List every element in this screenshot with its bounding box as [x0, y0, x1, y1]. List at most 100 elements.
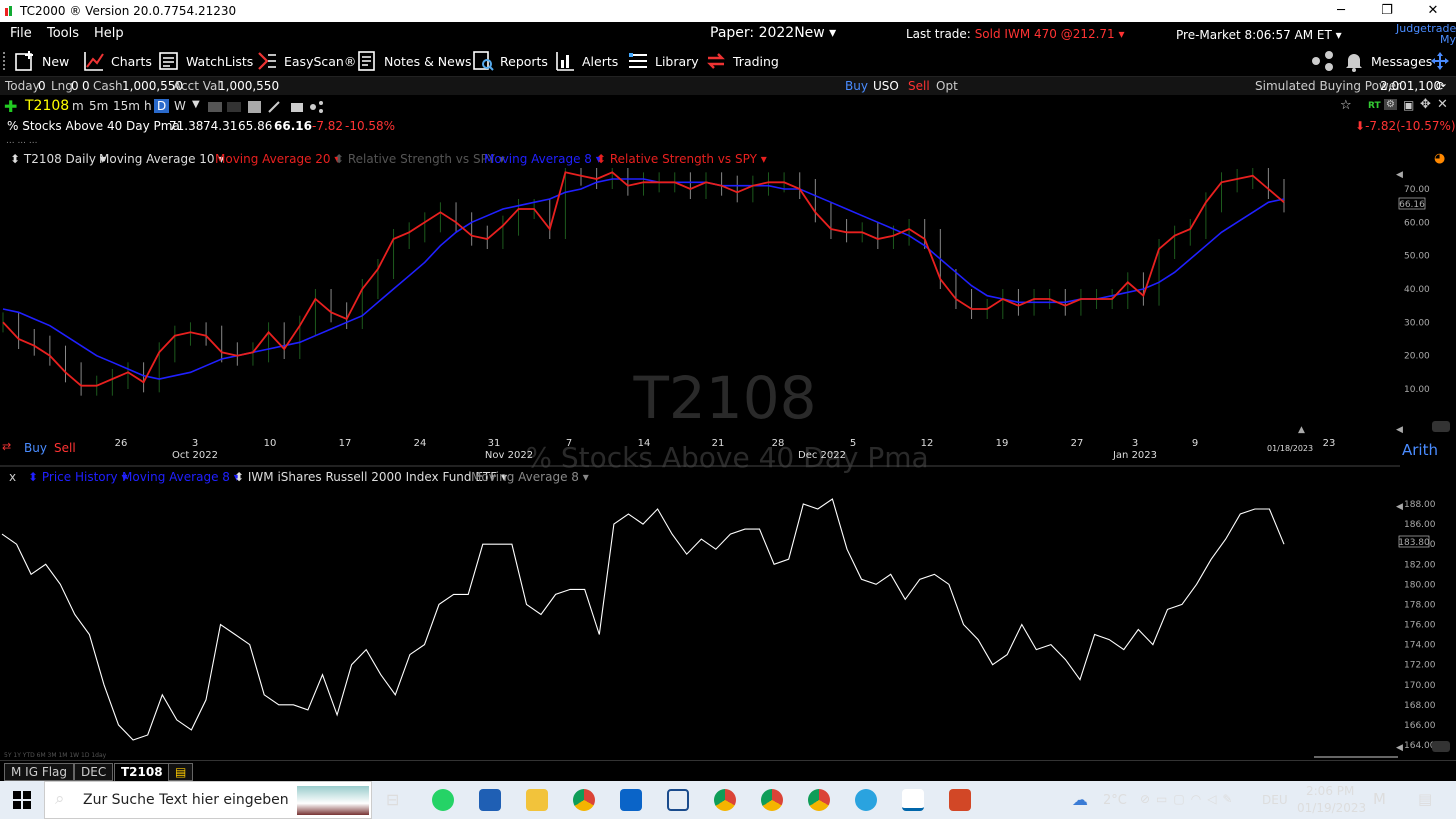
study-rs-spy-2[interactable]: ⬍ Relative Strength vs SPY ▾ [596, 152, 767, 166]
easyscan-button[interactable]: EasyScan® [256, 46, 356, 76]
add-symbol-icon[interactable]: ✚ [4, 97, 17, 116]
scale-mode-button[interactable]: Arith [1402, 441, 1438, 459]
windows-start-icon[interactable] [13, 791, 31, 809]
tab-dec[interactable]: DEC [74, 763, 114, 781]
outlook-calendar-icon[interactable] [479, 789, 501, 811]
new-button[interactable]: New [14, 46, 69, 76]
study-rs-spy-2-label: Relative Strength vs SPY ▾ [609, 152, 767, 166]
refresh-icon[interactable]: ⟳ [1436, 79, 1446, 93]
alerts-button[interactable]: Alerts [554, 46, 618, 76]
notifications-icon[interactable]: ▤ [1418, 790, 1432, 808]
bottom-scroll-arrow-bottom-icon[interactable]: ◀ [1396, 743, 1403, 753]
timeframe-dropdown-icon[interactable]: ▼ [192, 99, 200, 110]
language-indicator[interactable]: DEU [1262, 793, 1288, 807]
library-button[interactable]: Library [627, 46, 699, 76]
timeframe-daily[interactable]: D [154, 99, 170, 113]
bottom-axis-tick: 170.00 [1404, 681, 1436, 691]
temperature[interactable]: 2°C [1103, 793, 1127, 808]
last-trade-value[interactable]: Sold IWM 470 @212.71 ▾ [975, 27, 1125, 41]
top-scroll-arrow-icon[interactable]: ◀ [1396, 170, 1403, 180]
chart-sell-button[interactable]: Sell [54, 441, 76, 455]
restore-button[interactable]: ❐ [1364, 0, 1410, 22]
new-tab-icon[interactable]: ▤ [168, 763, 194, 781]
meet-icon[interactable]: M [1373, 790, 1386, 808]
study-ma10[interactable]: Moving Average 10 ▾ [99, 152, 224, 166]
messages-button[interactable]: Messages [1343, 46, 1432, 76]
new-icon [15, 51, 33, 71]
last-trade[interactable]: Last trade: Sold IWM 470 @212.71 ▾ [906, 27, 1125, 41]
chrome-icon-3[interactable] [761, 789, 783, 811]
study-ma20[interactable]: Moving Average 20 ▾ [215, 152, 340, 166]
symbol-field[interactable]: T2108 [25, 98, 69, 114]
realtime-icon[interactable]: RT [1368, 101, 1381, 111]
outlook-icon[interactable] [620, 789, 642, 811]
task-view-icon[interactable]: ⊟ [386, 790, 399, 809]
tab-t2108[interactable]: T2108 [114, 763, 170, 781]
chart-settings-icon[interactable]: ⚙ [1384, 99, 1397, 110]
toolbar-grip[interactable] [3, 52, 7, 70]
watchlists-button[interactable]: WatchLists [158, 46, 253, 76]
range-shortcuts[interactable]: 5Y 1Y YTD 6M 3M 1M 1W 1D 1day [4, 752, 106, 759]
trade-icon[interactable]: ⇄ [2, 440, 11, 453]
close-window-button[interactable]: ✕ [1410, 0, 1456, 22]
study-t2108-daily[interactable]: ⬍ T2108 Daily ▾ [10, 152, 106, 166]
study-ma8[interactable]: Moving Average 8 ▾ [484, 152, 602, 166]
reports-button[interactable]: Reports [472, 46, 548, 76]
minimize-button[interactable]: ─ [1318, 0, 1364, 22]
menu-tools[interactable]: Tools [47, 26, 79, 41]
messages-label: Messages [1371, 53, 1433, 69]
date-marker-icon[interactable]: ▲ [1298, 425, 1305, 435]
charts-button[interactable]: Charts [83, 46, 152, 76]
order-symbol[interactable]: USO [873, 79, 899, 93]
clock-time[interactable]: 2:06 PM [1306, 784, 1354, 798]
zoom-button-top[interactable] [1432, 421, 1450, 432]
buy-order-button[interactable]: Buy [845, 79, 868, 93]
close-chart-icon[interactable]: ✕ [1437, 97, 1448, 112]
top-scroll-arrow-bottom-icon[interactable]: ◀ [1396, 425, 1403, 435]
tc2000-taskbar-icon[interactable] [902, 789, 924, 811]
save-icon[interactable]: ▣ [1403, 98, 1414, 112]
telegram-icon[interactable] [855, 789, 877, 811]
more-indicator[interactable]: ... ... ... [6, 136, 37, 146]
powerpoint-icon[interactable] [949, 789, 971, 811]
chrome-icon-4[interactable] [808, 789, 830, 811]
chart-buy-button[interactable]: Buy [24, 441, 47, 455]
file-explorer-icon[interactable] [526, 789, 548, 811]
palette-icon[interactable]: ◕ [1434, 151, 1445, 166]
chrome-icon[interactable] [573, 789, 595, 811]
zoom-button-bottom[interactable] [1432, 741, 1450, 752]
clock-date[interactable]: 01/19/2023 [1297, 801, 1366, 815]
weather-icon[interactable]: ☁ [1072, 790, 1088, 809]
chart-area[interactable]: T2108 % Stocks Above 40 Day Pma 70.00 60.… [0, 168, 1456, 760]
trading-button[interactable]: Trading [705, 46, 779, 76]
taskbar-search-input[interactable]: ⌕ Zur Suche Text hier eingeben [44, 781, 372, 819]
tray-icons[interactable]: ⊘▭▢◠◁✎ [1140, 792, 1238, 806]
move-chart-icon[interactable]: ✥ [1420, 97, 1431, 112]
notes-news-button[interactable]: Notes & News [356, 46, 472, 76]
timeframe-15m[interactable]: 15m [113, 99, 140, 113]
app-feather-icon[interactable] [667, 789, 689, 811]
menu-file[interactable]: File [10, 26, 32, 41]
menu-help[interactable]: Help [94, 26, 124, 41]
whatsapp-icon[interactable] [432, 789, 454, 811]
timeframe-minute[interactable]: m [72, 99, 84, 113]
move-icon[interactable] [1430, 51, 1450, 71]
share-icon[interactable] [1310, 50, 1336, 72]
bottom-scroll-arrow-icon[interactable]: ◀ [1396, 502, 1403, 512]
timeframe-5m[interactable]: 5m [89, 99, 108, 113]
study-rs-spy-1[interactable]: ⬍ Relative Strength vs SPY ▾ [334, 152, 505, 166]
quote-high: 74.31 [203, 119, 238, 133]
market-clock[interactable]: Pre-Market 8:06:57 AM ET ▾ [1176, 28, 1342, 42]
timeframe-hour[interactable]: h [144, 99, 152, 113]
star-icon[interactable]: ☆ [1340, 98, 1352, 113]
sell-order-button[interactable]: Sell [908, 79, 930, 93]
quote-line: % Stocks Above 40 Day Pma 71.38 74.31 65… [0, 118, 1456, 136]
option-button[interactable]: Opt [936, 79, 958, 93]
chart-tools-icons[interactable] [207, 100, 327, 114]
timeframe-weekly[interactable]: W [174, 99, 186, 113]
tab-m-ig-flag[interactable]: M IG Flag [4, 763, 75, 781]
last-date-label: 01/18/2023 [1267, 444, 1314, 453]
paper-account-dropdown[interactable]: Paper: 2022New ▾ [710, 25, 836, 41]
chrome-icon-2[interactable] [714, 789, 736, 811]
today-label: Today [5, 79, 40, 93]
